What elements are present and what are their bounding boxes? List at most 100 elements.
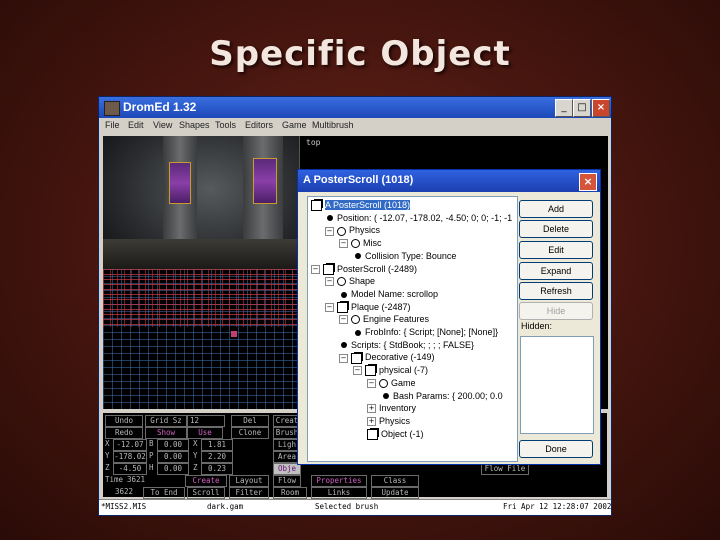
filter-button[interactable]: Filter [229,487,269,499]
x-size-value[interactable]: 1.81 [201,439,233,451]
tree-row[interactable]: Scripts: { StdBook; ; ; ; FALSE} [339,339,474,351]
property-bullet-icon [383,393,389,400]
property-bullet-icon [341,342,347,349]
y-size-value[interactable]: 2.20 [201,451,233,463]
class-button[interactable]: Class [371,475,419,487]
z-position[interactable]: -4.50 [113,463,147,475]
tree-row-label: Model Name: scrollop [351,288,439,299]
expand-button[interactable]: Expand [519,262,593,280]
pitch-value[interactable]: 0.00 [157,451,189,463]
tree-row[interactable]: Model Name: scrollop [339,288,438,300]
3d-viewport[interactable] [103,136,299,269]
tree-row[interactable]: − Engine Features [339,313,429,325]
expand-icon[interactable]: + [367,404,376,414]
bank-value[interactable]: 0.00 [157,439,189,451]
menu-editors[interactable]: Editors [245,120,273,130]
grid-size-value[interactable]: 12 [187,415,225,427]
status-mission: *MISS2.MIS [101,502,147,511]
tree-row[interactable]: − Decorative (-149) [339,351,435,364]
links-button[interactable]: Links [311,487,367,499]
tree-row[interactable]: FrobInfo: { Script; [None]; [None]} [353,326,498,338]
collapse-icon[interactable]: − [311,264,320,274]
tree-row[interactable]: − physical (-7) [353,364,429,377]
show-button[interactable]: Show [145,427,187,439]
done-button[interactable]: Done [519,440,593,458]
collapse-icon[interactable]: − [325,226,334,236]
tree-row[interactable]: − Plaque (-2487) [325,301,411,313]
layout-button[interactable]: Layout [229,475,269,487]
tree-row-label: Scripts: { StdBook; ; ; ; FALSE} [351,339,475,350]
property-tree[interactable]: A PosterScroll (1018) Position: ( -12.07,… [307,196,518,462]
collapse-icon[interactable]: − [353,366,362,376]
tree-row[interactable]: − Shape [325,275,375,287]
maximize-button[interactable]: □ [573,99,591,117]
tree-row[interactable]: − Physics [325,224,380,236]
menu-multibrush[interactable]: Multibrush [312,120,354,130]
create-object-button[interactable]: Create [185,475,227,487]
tree-row[interactable]: − Misc [339,237,382,249]
property-bullet-icon [355,253,361,260]
property-group-icon [337,277,346,287]
hidden-list[interactable] [520,336,594,434]
collapse-icon[interactable]: − [325,302,334,312]
front-viewport[interactable] [103,269,299,409]
menu-shapes[interactable]: Shapes [179,120,210,130]
edit-button[interactable]: Edit [519,241,593,259]
heading-value[interactable]: 0.00 [157,463,189,475]
z-size-label: Z [193,463,198,472]
wall-banner [253,158,277,204]
tree-row[interactable]: + Physics [367,415,410,427]
scroll-button[interactable]: Scroll [187,487,225,499]
del-button[interactable]: Del [231,415,269,427]
property-group-icon [337,226,346,236]
tree-row[interactable]: Object (-1) [367,428,424,440]
add-button[interactable]: Add [519,200,593,218]
refresh-button[interactable]: Refresh [519,282,593,300]
tree-row[interactable]: Collision Type: Bounce [353,250,456,262]
menu-file[interactable]: File [105,120,120,130]
room-button[interactable]: Room [273,487,307,499]
viewport-label: top [306,138,321,147]
clone-button[interactable]: Clone [231,427,269,439]
dialog-close-button[interactable]: × [579,173,597,191]
menu-edit[interactable]: Edit [128,120,144,130]
tree-row[interactable]: − PosterScroll (-2489) [311,263,417,275]
collapse-icon[interactable]: − [339,239,348,249]
z-size-value[interactable]: 0.23 [201,463,233,475]
y-position[interactable]: -178.02 [113,451,147,463]
flow-button[interactable]: Flow [273,475,301,487]
redo-button[interactable]: Redo [105,427,143,439]
property-group-icon [379,378,388,388]
minimize-button[interactable]: _ [555,99,573,117]
tree-row[interactable]: Bash Params: { 200.00; 0.0 [381,390,503,402]
properties-button[interactable]: Properties [311,475,367,487]
slide-title: Specific Object [209,34,511,74]
pitch-label: P [149,451,154,460]
hide-button[interactable]: Hide [519,302,593,320]
delete-button[interactable]: Delete [519,220,593,238]
use-button[interactable]: Use [187,427,223,439]
tree-row[interactable]: A PosterScroll (1018) [311,199,411,212]
menu-view[interactable]: View [153,120,172,130]
collapse-icon[interactable]: − [325,277,334,287]
update-button[interactable]: Update [371,487,419,499]
tree-row[interactable]: − Game [367,377,416,389]
object-cube-icon [311,200,322,212]
undo-button[interactable]: Undo [105,415,143,427]
grid-size-button[interactable]: Grid Sz [145,415,187,427]
dialog-titlebar[interactable]: A PosterScroll (1018) × [298,170,600,192]
expand-icon[interactable]: + [367,417,376,427]
close-button[interactable]: × [592,99,610,117]
x-position[interactable]: -12.07 [113,439,147,451]
collapse-icon[interactable]: − [339,315,348,325]
collapse-icon[interactable]: − [367,378,376,388]
tree-row[interactable]: + Inventory [367,402,416,414]
menu-tools[interactable]: Tools [215,120,236,130]
tree-row-label: physical (-7) [379,365,429,376]
menu-game[interactable]: Game [282,120,307,130]
collapse-icon[interactable]: − [339,353,348,363]
to-end-button[interactable]: To End [143,487,185,499]
tree-row-label: Decorative (-149) [365,352,435,363]
window-titlebar[interactable]: DromEd 1.32 _ □ × [99,97,611,118]
tree-row[interactable]: Position: ( -12.07, -178.02, -4.50; 0; 0… [325,212,512,224]
